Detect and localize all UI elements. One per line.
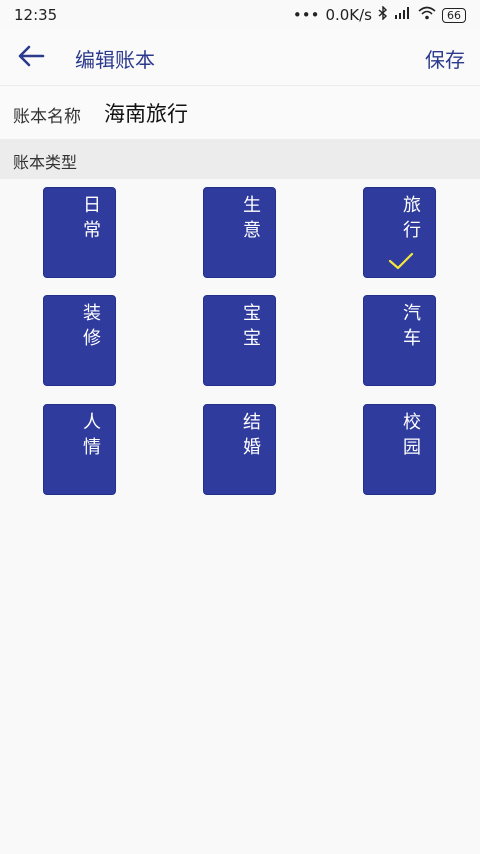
type-card-label: 宝宝	[243, 303, 261, 349]
signal-dots: •••	[292, 6, 320, 24]
battery-level: 66	[447, 8, 461, 22]
ledger-name-row: 账本名称	[0, 87, 480, 139]
type-card-campus[interactable]: 校园	[363, 404, 436, 495]
type-card-label: 人情	[83, 412, 101, 458]
ledger-type-label: 账本类型	[13, 153, 78, 172]
type-card-car[interactable]: 汽车	[363, 295, 436, 386]
type-card-travel[interactable]: 旅行	[363, 187, 436, 278]
network-speed: 0.0K/s	[325, 6, 372, 24]
page-title: 编辑账本	[75, 48, 155, 72]
type-card-favor[interactable]: 人情	[43, 404, 116, 495]
status-icons: ••• 0.0K/s 66	[292, 5, 466, 24]
arrow-left-icon	[17, 44, 45, 72]
hd-signal-icon	[394, 6, 412, 24]
type-card-label: 生意	[243, 195, 261, 241]
wifi-icon	[418, 6, 436, 24]
type-card-label: 校园	[403, 412, 421, 458]
type-card-label: 汽车	[403, 303, 421, 349]
type-card-wedding[interactable]: 结婚	[203, 404, 276, 495]
ledger-name-input[interactable]	[104, 96, 464, 130]
back-button[interactable]	[14, 42, 48, 74]
type-card-renovation[interactable]: 装修	[43, 295, 116, 386]
type-card-label: 日常	[83, 195, 101, 241]
battery-icon: 66	[442, 7, 466, 23]
type-card-label: 装修	[83, 303, 101, 349]
checkmark-icon	[388, 251, 414, 271]
app-bar: 编辑账本 保存	[0, 30, 480, 86]
type-card-baby[interactable]: 宝宝	[203, 295, 276, 386]
type-card-label: 旅行	[403, 195, 421, 241]
status-time: 12:35	[14, 6, 58, 24]
bluetooth-icon	[378, 5, 388, 24]
ledger-type-header: 账本类型	[0, 139, 480, 179]
type-card-daily[interactable]: 日常	[43, 187, 116, 278]
type-card-business[interactable]: 生意	[203, 187, 276, 278]
save-button[interactable]: 保存	[425, 44, 465, 73]
status-bar: 12:35 ••• 0.0K/s 66	[0, 0, 480, 30]
type-card-label: 结婚	[243, 412, 261, 458]
ledger-name-label: 账本名称	[13, 107, 81, 127]
